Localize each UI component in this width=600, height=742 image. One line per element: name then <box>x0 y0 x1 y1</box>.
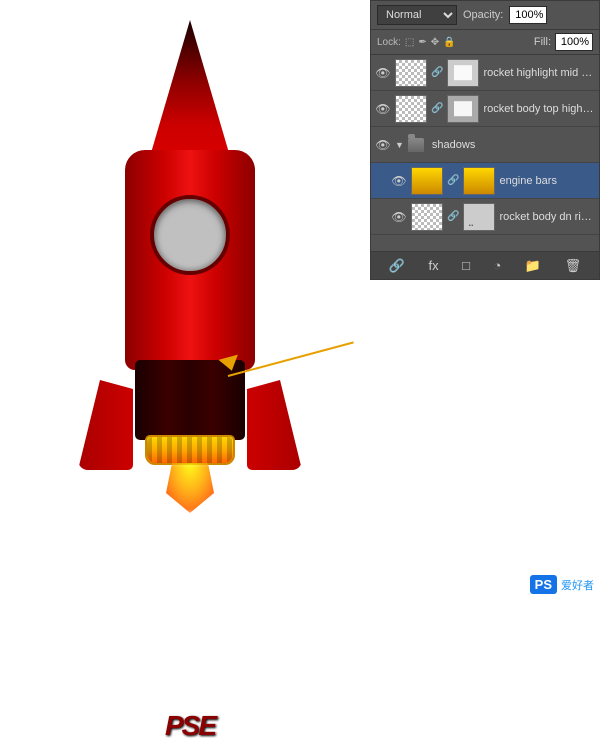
layer-thumb-4b <box>463 203 495 231</box>
layer-eye-folder[interactable]: 👁 <box>375 137 391 153</box>
thumb-checker-2 <box>396 96 426 122</box>
ps-logo: PS <box>530 575 557 594</box>
layer-thumb-4 <box>411 203 443 231</box>
folder-bottom-icon[interactable]: 📁 <box>525 258 541 274</box>
layer-thumb-2b <box>447 95 479 123</box>
link-bottom-icon[interactable]: 🔗 <box>389 258 405 274</box>
nozzle-stripes <box>147 437 233 463</box>
rocket-illustration: PSE <box>60 20 320 590</box>
lock-label: Lock: <box>377 37 401 48</box>
opacity-input[interactable] <box>509 6 547 24</box>
layer-thumb-2 <box>395 95 427 123</box>
folder-arrow: ▼ <box>395 140 404 150</box>
layer-thumb-1 <box>395 59 427 87</box>
fill-input[interactable] <box>555 33 593 51</box>
layer-row-body-top-highlight[interactable]: 👁 🔗 rocket body top highlight <box>371 91 599 127</box>
rocket-engine-body: PSE <box>135 360 245 440</box>
layer-thumb-3b <box>463 167 495 195</box>
thumb-shape-1b <box>448 60 478 86</box>
rocket-nozzle <box>145 435 235 465</box>
layer-row-dn-ring[interactable]: 👁 🔗 rocket body dn ring sha <box>371 199 599 235</box>
layer-name-4: rocket body dn ring sha <box>499 211 595 223</box>
link-icon-3: 🔗 <box>447 175 459 186</box>
layer-row-engine-bars[interactable]: 👁 🔗 engine bars <box>371 163 599 199</box>
layer-thumb-3 <box>411 167 443 195</box>
thumb-checker-4 <box>412 204 442 230</box>
rocket-fin-left <box>78 380 133 470</box>
fill-label: Fill: <box>534 36 551 48</box>
thumb-dot <box>464 204 494 230</box>
layer-eye-2[interactable]: 👁 <box>375 101 391 117</box>
rocket-fin-right <box>247 380 302 470</box>
folder-name-shadows: shadows <box>432 139 595 151</box>
layers-panel: Normal Opacity: Lock: ⬚ ✒ ✥ 🔒 Fill: 👁 🔗 … <box>370 0 600 280</box>
link-icon-1: 🔗 <box>431 67 443 78</box>
lock-brush-icon: ✒ <box>418 37 426 48</box>
mask-rect-icon[interactable]: □ <box>462 258 470 273</box>
lock-pos-icon: ⬚ <box>405 37 414 48</box>
layer-thumb-1b <box>447 59 479 87</box>
rocket-pse-label: PSE <box>145 710 235 742</box>
layers-list: 👁 🔗 rocket highlight mid right 👁 🔗 rocke… <box>371 55 599 235</box>
layer-eye-1[interactable]: 👁 <box>375 65 391 81</box>
fx-icon[interactable]: fx <box>428 258 438 273</box>
panel-lock-bar: Lock: ⬚ ✒ ✥ 🔒 Fill: <box>371 30 599 55</box>
rocket-window <box>150 195 230 275</box>
layer-folder-shadows[interactable]: 👁 ▼ shadows <box>371 127 599 163</box>
blend-mode-select[interactable]: Normal <box>377 5 457 25</box>
layer-eye-3[interactable]: 👁 <box>391 173 407 189</box>
thumb-engine-bars-b <box>464 168 494 194</box>
layer-name-2: rocket body top highlight <box>483 103 595 115</box>
thumb-checker-1 <box>396 60 426 86</box>
layer-eye-4[interactable]: 👁 <box>391 209 407 225</box>
panel-blend-opacity-bar: Normal Opacity: <box>371 1 599 30</box>
opacity-label: Opacity: <box>463 9 503 21</box>
ps-watermark: PS 爱好者 <box>530 575 594 594</box>
link-icon-4: 🔗 <box>447 211 459 222</box>
rocket-flame <box>160 463 220 513</box>
link-icon-2: 🔗 <box>431 103 443 114</box>
layer-name-3: engine bars <box>499 175 595 187</box>
lock-all-icon: 🔒 <box>443 37 455 48</box>
trash-icon[interactable]: 🗑 <box>565 258 582 274</box>
lock-move-icon: ✥ <box>431 37 439 48</box>
thumb-engine-bars <box>412 168 442 194</box>
panel-bottom-toolbar: 🔗 fx □ ◔ 📁 🗑 <box>371 251 599 279</box>
adjustment-icon[interactable]: ◔ <box>494 258 502 273</box>
layer-name-1: rocket highlight mid right <box>483 67 595 79</box>
ps-site-text: 爱好者 <box>561 577 594 593</box>
layer-row-highlight-mid-right[interactable]: 👁 🔗 rocket highlight mid right <box>371 55 599 91</box>
folder-icon <box>408 138 424 152</box>
thumb-shape-2b <box>448 96 478 122</box>
rocket-nose <box>135 20 245 170</box>
